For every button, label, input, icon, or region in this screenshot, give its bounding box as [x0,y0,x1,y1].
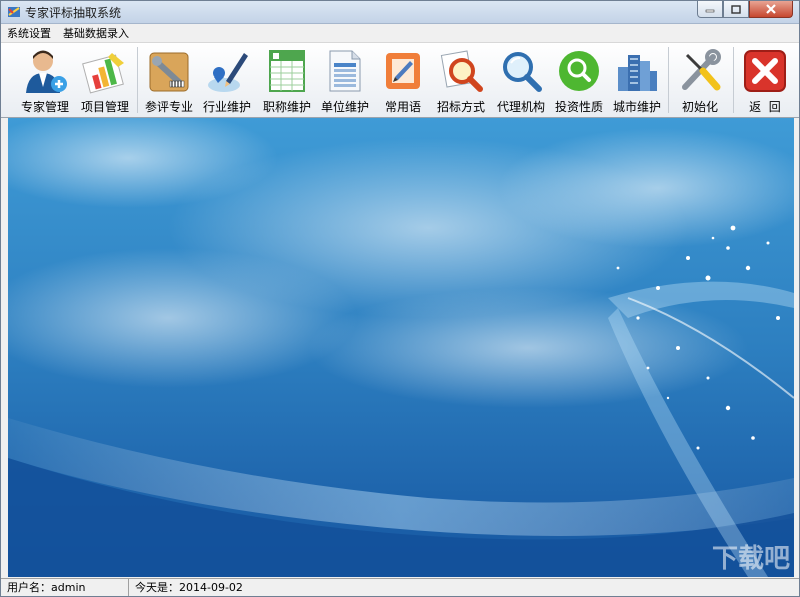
title-maintenance-button[interactable]: 职称维护 [256,47,318,115]
background-image [8,118,794,577]
magnifier-document-icon [440,50,483,92]
window-controls [697,1,793,19]
city-maintenance-button[interactable]: 城市维护 [606,47,668,115]
tool-label: 城市维护 [612,100,661,114]
tool-label: 返 回 [749,100,781,114]
document-table-icon [329,50,361,92]
map-pencil-icon [208,53,248,92]
exit-button[interactable]: 返 回 [734,47,796,115]
tool-label: 常用语 [384,100,421,114]
initialize-button[interactable]: 初始化 [669,47,731,115]
note-edit-icon [386,53,420,89]
tool-label: 项目管理 [80,100,129,114]
minimize-icon [705,9,715,13]
project-management-button[interactable]: 项目管理 [73,47,137,115]
watermark-text: 下载吧 [711,544,790,574]
unit-maintenance-button[interactable]: 单位维护 [314,47,376,115]
evaluation-specialty-button[interactable]: 参评专业 [138,47,200,115]
maximize-icon [731,4,741,14]
spreadsheet-icon [269,50,305,92]
wrench-screwdriver-icon [682,49,721,91]
expert-management-button[interactable]: 专家管理 [13,47,77,115]
industry-maintenance-button[interactable]: 行业维护 [196,47,258,115]
tool-label: 专家管理 [20,100,69,114]
main-window: 专家评标抽取系统 系统设置 基础数据录入 专家管理 项目管理 参评专业 行业维护… [0,0,800,597]
close-icon [766,4,776,14]
bidding-method-button[interactable]: 招标方式 [430,47,492,115]
title-bar[interactable]: 专家评标抽取系统 [1,1,799,24]
tool-label: 参评专业 [144,100,193,114]
app-logo-icon [8,7,20,17]
city-buildings-icon [618,55,657,91]
menu-bar: 系统设置 基础数据录入 [1,24,799,41]
red-close-icon [744,50,786,92]
common-phrases-button[interactable]: 常用语 [372,47,434,115]
green-search-icon [559,51,599,91]
agency-button[interactable]: 代理机构 [490,47,552,115]
window-title: 专家评标抽取系统 [25,6,122,20]
menu-system-settings[interactable]: 系统设置 [7,25,51,41]
status-username: 用户名：admin [1,579,129,596]
tool-label: 单位维护 [320,100,369,114]
main-background: 下载吧 [8,118,794,577]
menu-basic-data-entry[interactable]: 基础数据录入 [63,25,129,41]
tool-label: 投资性质 [554,100,603,114]
tool-label: 初始化 [681,100,718,114]
status-bar: 用户名：admin 今天是：2014-09-02 [1,578,799,596]
magnifier-icon [503,52,542,92]
maximize-button[interactable] [723,1,749,18]
close-button[interactable] [749,1,793,18]
user-add-icon [26,50,67,93]
tool-label: 代理机构 [496,100,545,114]
toolbar: 专家管理 项目管理 参评专业 行业维护 职称维护 单位维护 常用语 招标方式 代… [1,42,799,118]
status-date: 今天是：2014-09-02 [135,581,243,594]
tool-label: 行业维护 [202,100,251,114]
tool-label: 职称维护 [262,100,311,114]
tool-label: 招标方式 [436,100,485,114]
toolbox-icon [149,52,189,92]
investment-type-button[interactable]: 投资性质 [548,47,610,115]
minimize-button[interactable] [697,1,723,18]
bar-chart-icon [82,53,124,94]
